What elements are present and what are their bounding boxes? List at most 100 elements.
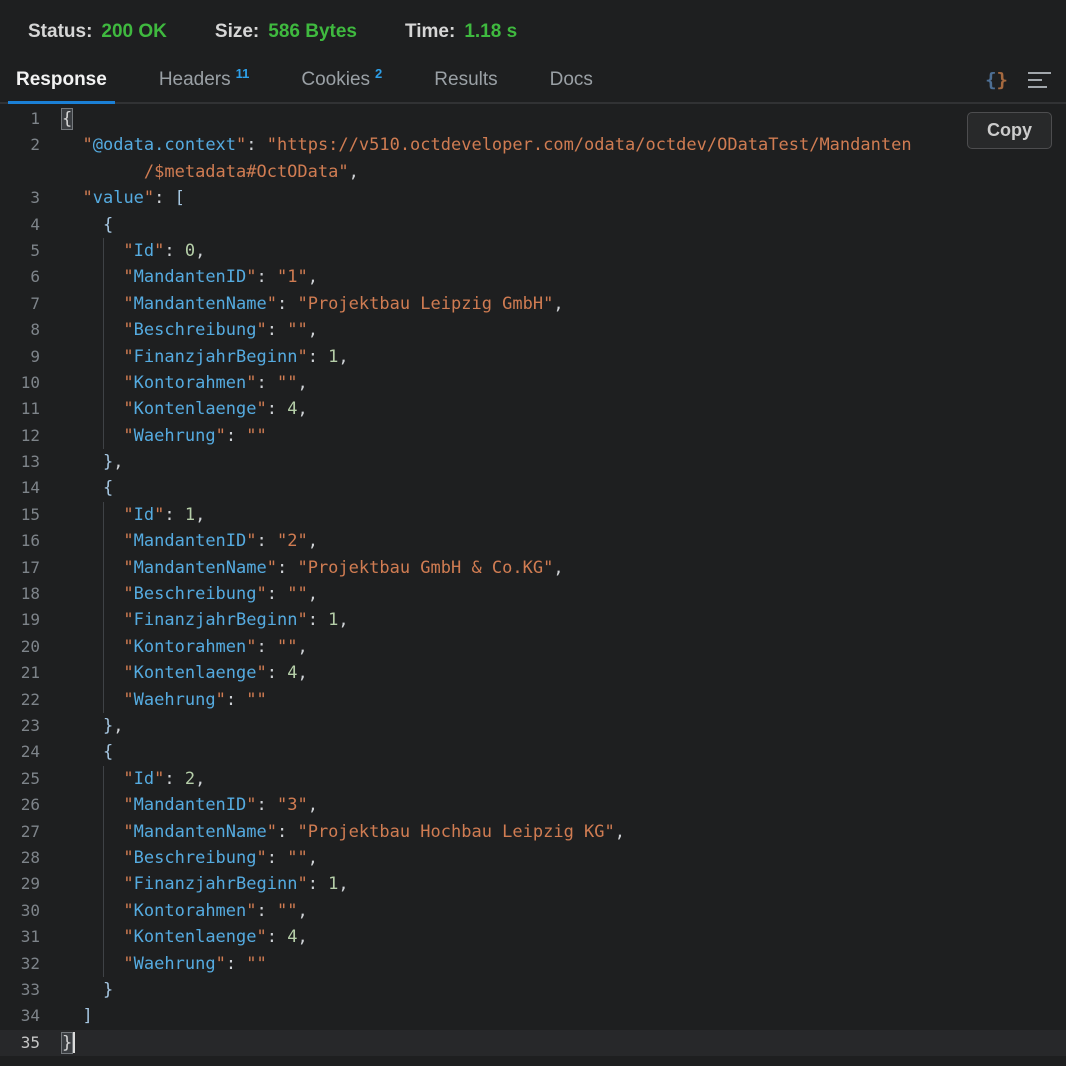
- line-number: 6: [0, 264, 40, 290]
- code-row: 31 "Kontenlaenge": 4,: [0, 924, 1066, 950]
- code-row: 17 "MandantenName": "Projektbau GmbH & C…: [0, 555, 1066, 581]
- time-label: Time:: [405, 21, 455, 42]
- line-number: 23: [0, 713, 40, 739]
- code-row: 34 ]: [0, 1003, 1066, 1029]
- code-line: {: [62, 475, 113, 501]
- indent-guide: [103, 502, 104, 528]
- code-area: 1{2 "@odata.context": "https://v510.octd…: [0, 106, 1066, 1056]
- indent-guide: [103, 845, 104, 871]
- brace-right: }: [997, 69, 1008, 91]
- indent-guide: [103, 396, 104, 422]
- code-row: 5 "Id": 0,: [0, 238, 1066, 264]
- line-number: 7: [0, 291, 40, 317]
- size-value: 586 Bytes: [268, 21, 357, 42]
- indent-guide: [103, 924, 104, 950]
- indent-guide: [103, 555, 104, 581]
- tab-cookies[interactable]: Cookies 2: [297, 58, 386, 102]
- response-time: Time:1.18 s: [405, 21, 517, 43]
- line-number: 24: [0, 739, 40, 765]
- code-line: "FinanzjahrBeginn": 1,: [62, 871, 349, 897]
- line-number: 12: [0, 423, 40, 449]
- code-row: 32 "Waehrung": "": [0, 951, 1066, 977]
- code-row: 3 "value": [: [0, 185, 1066, 211]
- code-line: "FinanzjahrBeginn": 1,: [62, 344, 349, 370]
- tab-response-label: Response: [16, 69, 107, 91]
- indent-guide: [103, 607, 104, 633]
- code-line: /$metadata#OctOData",: [62, 159, 359, 185]
- code-row: 30 "Kontorahmen": "",: [0, 898, 1066, 924]
- code-row: 24 {: [0, 739, 1066, 765]
- line-number: 33: [0, 977, 40, 1003]
- code-line: },: [62, 713, 123, 739]
- indent-guide: [103, 238, 104, 264]
- line-number: 35: [0, 1030, 40, 1056]
- brace-left: {: [985, 69, 996, 91]
- code-row: 35}: [0, 1030, 1066, 1056]
- code-line: "Kontenlaenge": 4,: [62, 396, 308, 422]
- code-line: "MandantenID": "2",: [62, 528, 318, 554]
- line-number: 13: [0, 449, 40, 475]
- code-row: 28 "Beschreibung": "",: [0, 845, 1066, 871]
- code-line: "Beschreibung": "",: [62, 581, 318, 607]
- code-line: "Kontenlaenge": 4,: [62, 924, 308, 950]
- indent-guide: [103, 264, 104, 290]
- cookies-count-badge: 2: [375, 66, 382, 81]
- code-line: "MandantenName": "Projektbau Leipzig Gmb…: [62, 291, 564, 317]
- code-row: 15 "Id": 1,: [0, 502, 1066, 528]
- code-row: 13 },: [0, 449, 1066, 475]
- code-line: {: [62, 739, 113, 765]
- line-number: [0, 159, 40, 185]
- code-line: }: [62, 1030, 75, 1056]
- code-row: 12 "Waehrung": "": [0, 423, 1066, 449]
- line-number: 5: [0, 238, 40, 264]
- code-line: "FinanzjahrBeginn": 1,: [62, 607, 349, 633]
- line-number: 20: [0, 634, 40, 660]
- status-code: Status: 200 OK: [28, 21, 167, 43]
- copy-button[interactable]: Copy: [967, 112, 1052, 149]
- code-line: "Beschreibung": "",: [62, 845, 318, 871]
- indent-guide: [103, 291, 104, 317]
- tab-headers[interactable]: Headers 11: [155, 58, 254, 102]
- code-row: 19 "FinanzjahrBeginn": 1,: [0, 607, 1066, 633]
- code-line: "MandantenID": "1",: [62, 264, 318, 290]
- indent-guide: [103, 370, 104, 396]
- line-number: 4: [0, 212, 40, 238]
- tab-headers-label: Headers: [159, 69, 231, 91]
- line-number: 32: [0, 951, 40, 977]
- tab-response[interactable]: Response: [12, 58, 111, 102]
- tab-docs[interactable]: Docs: [546, 58, 597, 102]
- code-row: 26 "MandantenID": "3",: [0, 792, 1066, 818]
- code-row: 2 "@odata.context": "https://v510.octdev…: [0, 132, 1066, 158]
- indent-guide: [103, 344, 104, 370]
- indent-guide: [103, 581, 104, 607]
- line-number: 34: [0, 1003, 40, 1029]
- line-number: 17: [0, 555, 40, 581]
- code-line: "Id": 0,: [62, 238, 205, 264]
- line-number: 14: [0, 475, 40, 501]
- tabbar-icons: {}: [985, 58, 1052, 102]
- status-value: 200 OK: [101, 21, 166, 42]
- code-row: 4 {: [0, 212, 1066, 238]
- response-body-editor[interactable]: Copy 1{2 "@odata.context": "https://v510…: [0, 104, 1066, 1066]
- code-row: 23 },: [0, 713, 1066, 739]
- code-line: },: [62, 449, 123, 475]
- code-row: 9 "FinanzjahrBeginn": 1,: [0, 344, 1066, 370]
- status-label: Status:: [28, 21, 92, 42]
- code-line: "MandantenName": "Projektbau GmbH & Co.K…: [62, 555, 564, 581]
- line-wrap-icon[interactable]: [1028, 72, 1052, 88]
- line-number: 19: [0, 607, 40, 633]
- code-row: 10 "Kontorahmen": "",: [0, 370, 1066, 396]
- format-json-icon[interactable]: {}: [985, 69, 1008, 91]
- line-number: 27: [0, 819, 40, 845]
- line-number: 2: [0, 132, 40, 158]
- code-row: 11 "Kontenlaenge": 4,: [0, 396, 1066, 422]
- code-row: 18 "Beschreibung": "",: [0, 581, 1066, 607]
- response-size: Size:586 Bytes: [215, 21, 357, 43]
- line-number: 25: [0, 766, 40, 792]
- code-line: "Kontenlaenge": 4,: [62, 660, 308, 686]
- line-number: 26: [0, 792, 40, 818]
- tab-results[interactable]: Results: [430, 58, 501, 102]
- code-line: "MandantenName": "Projektbau Hochbau Lei…: [62, 819, 625, 845]
- code-line: "Kontorahmen": "",: [62, 370, 308, 396]
- code-line: "Waehrung": "": [62, 687, 267, 713]
